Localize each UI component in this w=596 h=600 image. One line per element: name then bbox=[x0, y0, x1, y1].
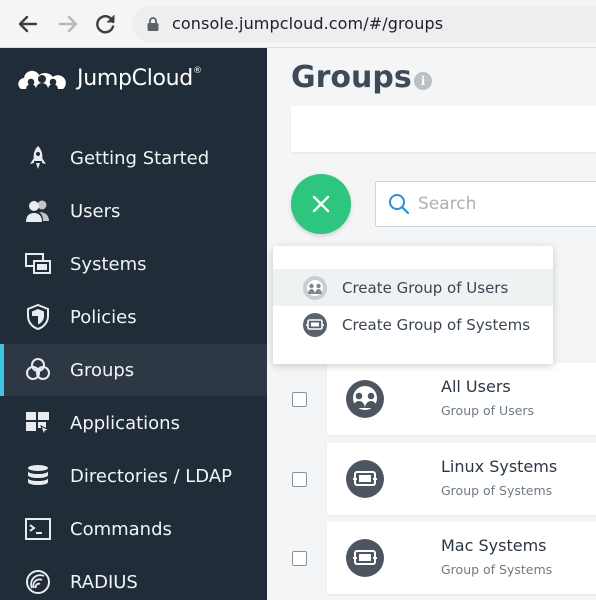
sidebar-item-label: Policies bbox=[70, 306, 137, 328]
row-checkbox[interactable] bbox=[292, 551, 307, 566]
sidebar-item-applications[interactable]: Applications bbox=[0, 397, 267, 449]
systems-group-icon bbox=[303, 312, 327, 337]
search-box[interactable] bbox=[375, 181, 596, 227]
table-row[interactable]: Linux Systems Group of Systems bbox=[267, 443, 596, 515]
group-type: Group of Systems bbox=[441, 483, 553, 498]
menu-item-label: Create Group of Systems bbox=[342, 315, 531, 334]
create-group-menu: Create Group of Users Create Group of Sy… bbox=[273, 246, 553, 364]
rocket-icon bbox=[24, 144, 52, 172]
group-card[interactable]: Linux Systems Group of Systems bbox=[327, 443, 596, 515]
sidebar-item-radius[interactable]: RADIUS bbox=[0, 556, 267, 600]
table-row[interactable]: All Users Group of Users bbox=[267, 363, 596, 435]
sidebar-item-commands[interactable]: Commands bbox=[0, 503, 267, 555]
menu-item-create-group-of-users[interactable]: Create Group of Users bbox=[273, 269, 553, 306]
close-create-menu-button[interactable] bbox=[291, 174, 351, 234]
search-icon bbox=[389, 194, 410, 215]
sidebar-item-directories-ldap[interactable]: Directories / LDAP bbox=[0, 450, 267, 502]
brand-name: JumpCloud bbox=[77, 65, 193, 91]
terminal-icon bbox=[24, 515, 52, 543]
systems-icon bbox=[24, 250, 52, 278]
group-card[interactable]: All Users Group of Users bbox=[327, 363, 596, 435]
row-checkbox[interactable] bbox=[292, 392, 307, 407]
menu-item-label: Create Group of Users bbox=[342, 278, 509, 297]
users-group-icon bbox=[303, 275, 327, 300]
address-bar[interactable]: console.jumpcloud.com/#/groups bbox=[132, 6, 596, 42]
systems-group-icon bbox=[346, 460, 384, 498]
sidebar-item-label: Applications bbox=[70, 412, 180, 434]
lock-icon bbox=[147, 17, 159, 31]
arrow-left-icon bbox=[18, 15, 38, 33]
sidebar-item-label: Getting Started bbox=[70, 147, 210, 169]
sidebar-item-getting-started[interactable]: Getting Started bbox=[0, 132, 267, 184]
forward-button[interactable] bbox=[54, 10, 82, 38]
sidebar-item-label: Groups bbox=[70, 359, 135, 381]
group-type: Group of Systems bbox=[441, 562, 553, 577]
sidebar-item-label: Users bbox=[70, 200, 121, 222]
sidebar: JumpCloud ® Getting Started Users System… bbox=[0, 48, 267, 600]
sidebar-item-policies[interactable]: Policies bbox=[0, 291, 267, 343]
users-group-icon bbox=[346, 380, 384, 418]
arrow-right-icon bbox=[58, 15, 78, 33]
radius-icon bbox=[24, 568, 52, 596]
sidebar-item-label: RADIUS bbox=[70, 571, 138, 593]
row-checkbox[interactable] bbox=[292, 472, 307, 487]
url-text: console.jumpcloud.com/#/groups bbox=[172, 14, 444, 33]
shield-icon bbox=[24, 303, 52, 331]
close-icon bbox=[312, 195, 330, 213]
brand-logo[interactable]: JumpCloud ® bbox=[17, 62, 202, 94]
sidebar-item-label: Directories / LDAP bbox=[70, 465, 233, 487]
users-icon bbox=[24, 197, 52, 225]
registered-mark: ® bbox=[192, 66, 202, 76]
sidebar-item-label: Commands bbox=[70, 518, 172, 540]
database-icon bbox=[24, 462, 52, 490]
reload-icon bbox=[96, 15, 115, 34]
sidebar-item-groups[interactable]: Groups bbox=[0, 344, 267, 396]
group-name[interactable]: All Users bbox=[441, 377, 511, 396]
systems-group-icon bbox=[346, 539, 384, 577]
browser-toolbar: console.jumpcloud.com/#/groups bbox=[0, 0, 596, 48]
search-input[interactable] bbox=[418, 192, 596, 216]
applications-icon bbox=[24, 409, 52, 437]
top-card bbox=[291, 106, 596, 152]
sidebar-item-users[interactable]: Users bbox=[0, 185, 267, 237]
cloud-logo-icon bbox=[18, 70, 66, 89]
back-button[interactable] bbox=[14, 10, 42, 38]
group-name[interactable]: Mac Systems bbox=[441, 536, 547, 555]
group-type: Group of Users bbox=[441, 403, 535, 418]
sidebar-item-systems[interactable]: Systems bbox=[0, 238, 267, 290]
group-name[interactable]: Linux Systems bbox=[441, 457, 557, 476]
group-card[interactable]: Mac Systems Group of Systems bbox=[327, 522, 596, 594]
page-title: Groups bbox=[291, 60, 412, 95]
sidebar-item-label: Systems bbox=[70, 253, 147, 275]
info-icon[interactable]: i bbox=[414, 72, 432, 90]
reload-button[interactable] bbox=[92, 10, 120, 38]
groups-icon bbox=[24, 356, 52, 384]
menu-item-create-group-of-systems[interactable]: Create Group of Systems bbox=[273, 306, 553, 343]
table-row[interactable]: Mac Systems Group of Systems bbox=[267, 522, 596, 594]
